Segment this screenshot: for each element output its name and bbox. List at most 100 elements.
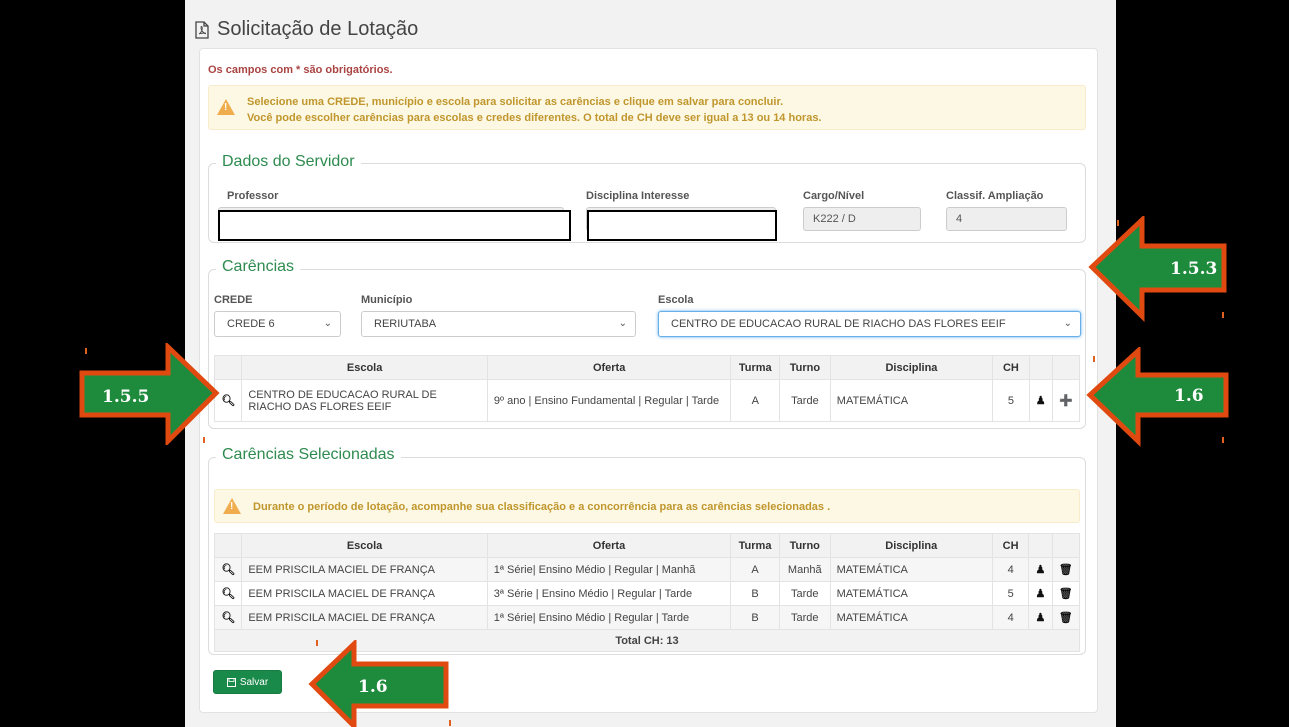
annotation-mark — [1093, 356, 1095, 362]
cell-oferta: 3ª Série | Ensino Médio | Regular | Tard… — [486, 581, 732, 606]
annotation-arrow-left: 1.6 — [1086, 347, 1229, 447]
cell-oferta: 1ª Série| Ensino Médio | Regular | Manhã — [486, 557, 732, 582]
crede-select-value: CREDE 6 — [227, 318, 275, 330]
annotation-label: 1.5.5 — [102, 387, 149, 407]
search-icon[interactable]: 🔍︎ — [213, 581, 243, 606]
cell-turno: Tarde — [779, 379, 831, 422]
redacted-professor — [218, 210, 571, 241]
alert-line-1: Selecione uma CREDE, município e escola … — [247, 96, 784, 108]
trash-icon[interactable]: 🗑︎ — [1051, 605, 1081, 630]
annotation-mark — [203, 437, 205, 443]
cell-disciplina: MATEMÁTICA — [829, 379, 994, 422]
table-row: 🔍︎ EEM PRISCILA MACIEL DE FRANÇA 3ª Séri… — [213, 581, 1081, 606]
save-button[interactable]: Salvar — [213, 670, 282, 694]
col-oferta: Oferta — [486, 355, 732, 380]
warning-icon — [217, 99, 235, 115]
search-icon[interactable]: 🔍︎ — [213, 605, 243, 630]
cargo-field: K222 / D — [803, 207, 921, 231]
annotation-mark — [1222, 312, 1224, 318]
warning-icon — [223, 498, 241, 514]
trash-icon[interactable]: 🗑︎ — [1051, 557, 1081, 582]
carencias-table: Escola Oferta Turma Turno Disciplina CH … — [213, 355, 1081, 422]
escola-select[interactable]: CENTRO DE EDUCACAO RURAL DE RIACHO DAS F… — [658, 311, 1081, 337]
annotation-arrow-right: 1.5.5 — [79, 343, 220, 445]
search-icon[interactable]: 🔍︎ — [213, 557, 243, 582]
trash-icon[interactable]: 🗑︎ — [1051, 581, 1081, 606]
cell-ch: 5 — [992, 379, 1030, 422]
cell-turma: B — [730, 581, 780, 606]
add-circle-icon[interactable]: ➕ — [1051, 379, 1081, 422]
annotation-mark — [1117, 220, 1119, 226]
municipio-label: Município — [361, 294, 413, 306]
col-ch: CH — [991, 533, 1030, 558]
cell-disciplina: MATEMÁTICA — [829, 557, 993, 582]
chevron-down-icon: ⌄ — [1063, 318, 1072, 329]
col-turma: Turma — [730, 355, 781, 380]
cell-disciplina: MATEMÁTICA — [829, 581, 993, 606]
alert-selecionadas: Durante o período de lotação, acompanhe … — [214, 489, 1080, 523]
cell-turma: B — [730, 605, 780, 630]
table-row: 🔍︎ EEM PRISCILA MACIEL DE FRANÇA 1ª Séri… — [213, 605, 1081, 630]
cell-escola: EEM PRISCILA MACIEL DE FRANÇA — [241, 581, 488, 606]
user-icon[interactable]: ♟ — [1028, 379, 1053, 422]
col-disciplina: Disciplina — [829, 533, 993, 558]
col-oferta: Oferta — [486, 533, 732, 558]
cell-ch: 5 — [991, 581, 1030, 606]
annotation-mark — [449, 720, 451, 726]
municipio-select[interactable]: RERIUTABA ⌄ — [361, 311, 636, 337]
annotation-label: 1.6 — [1174, 386, 1204, 406]
classif-field: 4 — [946, 207, 1067, 231]
col-add — [1051, 355, 1081, 380]
page: Solicitação de Lotação Os campos com * s… — [185, 0, 1116, 727]
cell-oferta: 1ª Série| Ensino Médio | Regular | Tarde — [486, 605, 732, 630]
col-turno: Turno — [779, 355, 831, 380]
carencias-legend: Carências — [216, 258, 301, 276]
cell-escola: EEM PRISCILA MACIEL DE FRANÇA — [241, 557, 488, 582]
servidor-legend: Dados do Servidor — [216, 153, 361, 171]
col-turma: Turma — [730, 533, 780, 558]
arrow-shape — [1086, 347, 1229, 447]
cell-turno: Tarde — [778, 581, 831, 606]
table-row: 🔍︎ CENTRO DE EDUCACAO RURAL DE RIACHO DA… — [213, 379, 1081, 422]
cell-turma: A — [730, 379, 781, 422]
annotation-arrow-left: 1.5.3 — [1088, 216, 1227, 322]
cell-turno: Manhã — [778, 557, 831, 582]
annotation-mark — [85, 348, 87, 354]
user-icon[interactable]: ♟ — [1028, 557, 1053, 582]
col-user — [1028, 533, 1053, 558]
col-user — [1028, 355, 1053, 380]
cell-disciplina: MATEMÁTICA — [829, 605, 993, 630]
redacted-disciplina — [587, 210, 777, 241]
classif-label: Classif. Ampliação — [946, 190, 1044, 202]
selecionadas-legend: Carências Selecionadas — [216, 446, 401, 464]
form-card: Os campos com * são obrigatórios. Seleci… — [199, 48, 1098, 713]
user-icon[interactable]: ♟ — [1028, 605, 1053, 630]
alert-line-2: Você pode escolher carências para escola… — [247, 112, 822, 124]
selecionadas-table: Escola Oferta Turma Turno Disciplina CH … — [213, 533, 1081, 652]
professor-label: Professor — [227, 190, 279, 202]
cargo-label: Cargo/Nível — [803, 190, 865, 202]
cell-turma: A — [730, 557, 780, 582]
col-escola: Escola — [241, 355, 488, 380]
page-title: Solicitação de Lotação — [193, 18, 418, 41]
annotation-mark — [316, 640, 318, 646]
annotation-mark — [1222, 437, 1224, 443]
annotation-arrow-left: 1.6 — [308, 640, 449, 727]
escola-label: Escola — [658, 294, 694, 306]
cell-turno: Tarde — [778, 605, 831, 630]
table-row: 🔍︎ EEM PRISCILA MACIEL DE FRANÇA 1ª Séri… — [213, 557, 1081, 582]
cell-escola: CENTRO DE EDUCACAO RURAL DE RIACHO DAS F… — [241, 379, 488, 422]
cell-ch: 4 — [991, 605, 1030, 630]
crede-label: CREDE — [214, 294, 253, 306]
alert-instructions: Selecione uma CREDE, município e escola … — [208, 85, 1086, 130]
user-icon[interactable]: ♟ — [1028, 581, 1053, 606]
page-title-text: Solicitação de Lotação — [217, 18, 419, 40]
pdf-file-icon — [195, 20, 209, 39]
municipio-select-value: RERIUTABA — [374, 318, 437, 330]
disciplina-interesse-label: Disciplina Interesse — [586, 190, 690, 202]
cell-escola: EEM PRISCILA MACIEL DE FRANÇA — [241, 605, 488, 630]
crede-select[interactable]: CREDE 6 ⌄ — [214, 311, 341, 337]
alert-selecionadas-text: Durante o período de lotação, acompanhe … — [253, 501, 831, 513]
annotation-label: 1.5.3 — [1170, 259, 1217, 279]
floppy-disk-icon — [226, 677, 236, 687]
